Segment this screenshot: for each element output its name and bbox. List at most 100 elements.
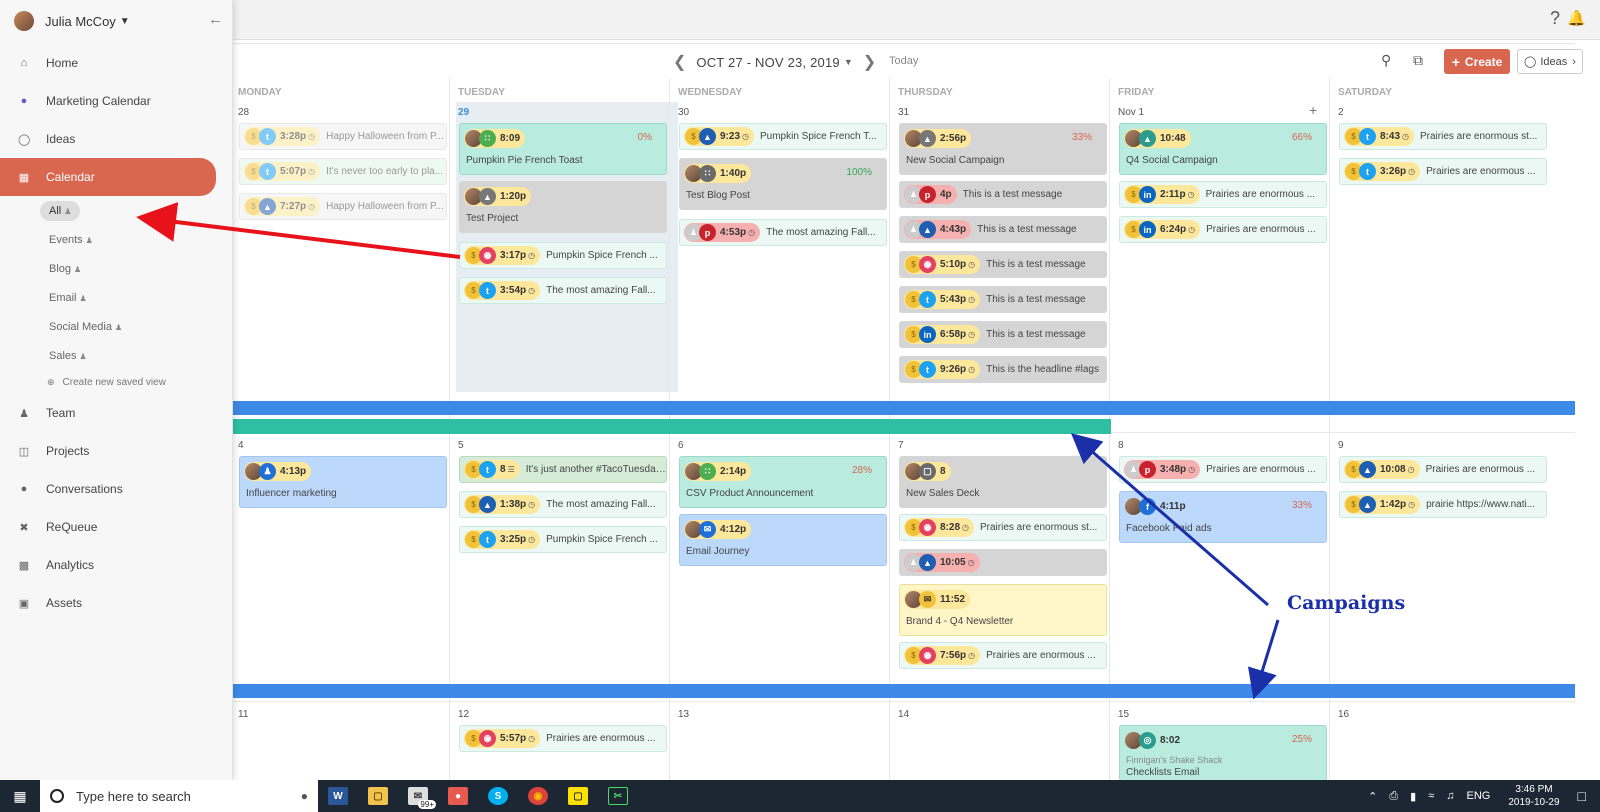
calendar-event[interactable]: f 4:11p 33% Facebook Paid ads — [1119, 491, 1327, 543]
collapse-sidebar-icon[interactable]: ← — [208, 11, 223, 28]
calendar-event[interactable]: ◎ 8:02 25% Finnigan's Shake Shack Checklists… — [1119, 725, 1327, 781]
sidebar-item-marketing-calendar[interactable]: ● Marketing Calendar — [0, 82, 233, 120]
today-button[interactable]: Today — [889, 55, 918, 67]
campaign-band[interactable] — [233, 401, 1575, 415]
snipping-tool-icon[interactable]: ✂ — [598, 780, 638, 812]
help-icon[interactable]: ? — [1550, 8, 1560, 29]
windows-start-icon[interactable]: ▦ — [0, 780, 40, 812]
day-number[interactable]: 8 — [1118, 440, 1124, 451]
date-range-label[interactable]: OCT 27 - NOV 23, 2019 — [696, 55, 839, 70]
day-number[interactable]: 29 — [458, 107, 469, 118]
calendar-event[interactable]: $ t 9:26p ◷ This is the headline #lags — [899, 356, 1107, 383]
prev-arrow-icon[interactable]: ❮ — [663, 52, 696, 72]
calendar-event[interactable]: $ ▲ 1:38p ◷ The most amazing Fall... — [459, 491, 667, 518]
language-indicator[interactable]: ENG — [1467, 790, 1491, 802]
sidebar-item-projects[interactable]: ◫ Projects — [0, 432, 233, 470]
day-number[interactable]: 2 — [1338, 107, 1344, 118]
add-event-icon[interactable]: + — [1309, 102, 1317, 118]
calendar-event[interactable]: ♟ p 4p This is a test message — [899, 181, 1107, 208]
calendar-event[interactable]: $ ▲ 10:08 ◷ Prairies are enormous ... — [1339, 456, 1547, 483]
sidebar-item-team[interactable]: ♟ Team — [0, 394, 233, 432]
day-number[interactable]: 14 — [898, 709, 909, 720]
calendar-event[interactable]: ▲ 1:20p Test Project — [459, 181, 667, 233]
calendar-event[interactable]: ▢ 8 New Sales Deck — [899, 456, 1107, 508]
next-arrow-icon[interactable]: ❯ — [853, 52, 886, 72]
day-number[interactable]: Nov 1 — [1118, 107, 1144, 118]
campaign-band[interactable] — [233, 419, 1111, 434]
calendar-event[interactable]: ✉ 11:52 Brand 4 - Q4 Newsletter — [899, 584, 1107, 636]
ideas-button[interactable]: ◯ Ideas › — [1517, 49, 1583, 74]
taskbar-search[interactable]: Type here to search ● — [40, 780, 318, 812]
saved-view-social-media[interactable]: Social Media ♟ — [40, 312, 233, 341]
day-number[interactable]: 4 — [238, 440, 244, 451]
create-saved-view-link[interactable]: ⊕ Create new saved view — [40, 370, 233, 394]
day-number[interactable]: 12 — [458, 709, 469, 720]
day-number[interactable]: 13 — [678, 709, 689, 720]
calendar-event[interactable]: $ t 8:43 ◷ Prairies are enormous st... — [1339, 123, 1547, 150]
mail-icon[interactable]: ✉ 99+ — [398, 780, 438, 812]
printer-icon[interactable]: ⎙ — [1389, 790, 1398, 803]
paint-icon[interactable]: ● — [438, 780, 478, 812]
word-icon[interactable]: W — [318, 780, 358, 812]
taskbar-clock[interactable]: 3:46 PM 2019-10-29 — [1508, 783, 1559, 809]
day-number[interactable]: 31 — [898, 107, 909, 118]
sidebar-item-assets[interactable]: ▣ Assets — [0, 584, 233, 622]
saved-view-sales[interactable]: Sales ♟ — [40, 341, 233, 370]
calendar-event[interactable]: $ t 3:28p ◷ Happy Halloween from P... — [239, 123, 447, 150]
calendar-event[interactable]: ♟ p 4:53p ◷ The most amazing Fall... — [679, 219, 887, 246]
calendar-event[interactable]: ▲ 10:48 66% Q4 Social Campaign — [1119, 123, 1327, 175]
calendar-event[interactable]: ▲ 2:56p 33% New Social Campaign — [899, 123, 1107, 175]
campaign-band[interactable] — [233, 684, 1575, 698]
calendar-event[interactable]: $ in 6:58p ◷ This is a test message — [899, 321, 1107, 348]
notifications-icon[interactable]: □ — [1578, 788, 1586, 804]
sidebar-item-conversations[interactable]: ● Conversations — [0, 470, 233, 508]
calendar-event[interactable]: $ ◉ 5:10p ◷ This is a test message — [899, 251, 1107, 278]
skype-icon[interactable]: S — [478, 780, 518, 812]
day-number[interactable]: 6 — [678, 440, 684, 451]
calendar-event[interactable]: $ t 5:43p ◷ This is a test message — [899, 286, 1107, 313]
calendar-event[interactable]: $ t 3:54p ◷ The most amazing Fall... — [459, 277, 667, 304]
day-number[interactable]: 15 — [1118, 709, 1129, 720]
calendar-event[interactable]: $ t 3:25p ◷ Pumpkin Spice French ... — [459, 526, 667, 553]
saved-view-blog[interactable]: Blog ♟ — [40, 254, 233, 283]
microphone-icon[interactable]: ● — [301, 789, 308, 803]
chevron-up-icon[interactable]: ⌃ — [1368, 790, 1377, 803]
calendar-event[interactable]: $ ◉ 3:17p ◷ Pumpkin Spice French ... — [459, 242, 667, 269]
calendar-event[interactable]: $ ◉ 7:56p ◷ Prairies are enormous ... — [899, 642, 1107, 669]
saved-view-all[interactable]: All ♟ — [40, 196, 233, 225]
battery-icon[interactable]: ▮ — [1410, 790, 1416, 803]
chevron-down-icon[interactable]: ▼ — [844, 57, 853, 67]
calendar-event[interactable]: $ t 3:26p ◷ Prairies are enormous ... — [1339, 158, 1547, 185]
day-number[interactable]: 28 — [238, 107, 249, 118]
sidebar-item-ideas[interactable]: ◯ Ideas — [0, 120, 233, 158]
day-number[interactable]: 7 — [898, 440, 904, 451]
sidebar-item-home[interactable]: ⌂ Home — [0, 44, 233, 82]
calendar-event[interactable]: $ ▲ 1:42p ◷ prairie https://www.nati... — [1339, 491, 1547, 518]
calendar-event[interactable]: ∷ 8:09 0% Pumpkin Pie French Toast — [459, 123, 667, 175]
calendar-event[interactable]: ∷ 2:14p 28% CSV Product Announcement — [679, 456, 887, 508]
chrome-icon[interactable]: ◉ — [518, 780, 558, 812]
day-number[interactable]: 16 — [1338, 709, 1349, 720]
day-number[interactable]: 5 — [458, 440, 464, 451]
calendar-event[interactable]: $ t 8 ☰ It's just another #TacoTuesday... — [459, 456, 667, 483]
saved-view-email[interactable]: Email ♟ — [40, 283, 233, 312]
create-button[interactable]: + Create — [1444, 49, 1510, 74]
calendar-event[interactable]: ∷ 1:40p 100% Test Blog Post — [679, 158, 887, 210]
calendar-event[interactable]: ✉ 4:12p Email Journey — [679, 514, 887, 566]
day-number[interactable]: 30 — [678, 107, 689, 118]
calendar-event[interactable]: $ ▲ 9:23 ◷ Pumpkin Spice French T... — [679, 123, 887, 150]
calendar-event[interactable]: $ t 5:07p ◷ It's never too early to pla... — [239, 158, 447, 185]
calendar-event[interactable]: $ ◉ 8:28 ◷ Prairies are enormous st... — [899, 514, 1107, 541]
calendar-event[interactable]: $ in 6:24p ◷ Prairies are enormous ... — [1119, 216, 1327, 243]
calendar-event[interactable]: $ ▲ 7:27p ◷ Happy Halloween from P... — [239, 193, 447, 220]
sidebar-item-calendar[interactable]: ▦ Calendar — [0, 158, 216, 196]
calendar-event[interactable]: ♟ ▲ 10:05 ◷ — [899, 549, 1107, 576]
file-explorer-icon[interactable]: ▢ — [358, 780, 398, 812]
bell-icon[interactable]: 🔔 — [1567, 9, 1586, 27]
calendar-event[interactable]: $ in 2:11p ◷ Prairies are enormous ... — [1119, 181, 1327, 208]
day-number[interactable]: 9 — [1338, 440, 1344, 451]
sticky-notes-icon[interactable]: ▢ — [558, 780, 598, 812]
saved-view-events[interactable]: Events ♟ — [40, 225, 233, 254]
calendar-event[interactable]: ♟ p 3:48p ◷ Prairies are enormous ... — [1119, 456, 1327, 483]
calendar-event[interactable]: ♟ ▲ 4:43p This is a test message — [899, 216, 1107, 243]
